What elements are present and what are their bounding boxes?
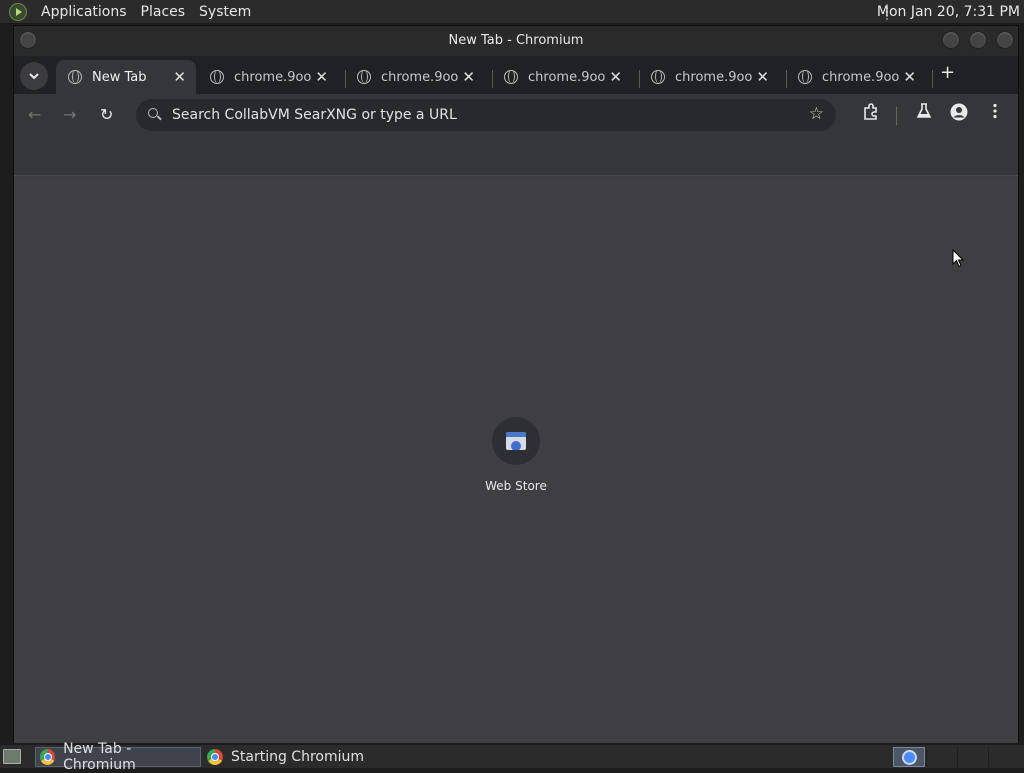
tab-chrome[interactable]: chrome.9oo9 ✕ <box>198 60 338 94</box>
forward-arrow-icon[interactable]: → <box>63 105 76 124</box>
reload-icon[interactable]: ↻ <box>100 105 113 124</box>
toolbar: ← → ↻ Search CollabVM SearXNG or type a … <box>14 94 1018 136</box>
shortcut-label: Web Store <box>485 479 547 493</box>
chromium-icon <box>207 749 223 765</box>
tab-close-icon[interactable]: ✕ <box>462 68 475 86</box>
search-icon <box>148 108 158 118</box>
profile-avatar-icon[interactable] <box>950 103 968 125</box>
tab-chrome[interactable]: chrome.9oo9 ✕ <box>492 60 632 94</box>
menu-places[interactable]: Places <box>134 4 193 20</box>
tab-close-icon[interactable]: ✕ <box>756 68 769 86</box>
tab-chrome[interactable]: chrome.9oo9 ✕ <box>639 60 779 94</box>
window-title: New Tab - Chromium <box>448 33 584 48</box>
more-menu-icon[interactable] <box>992 103 998 123</box>
tab-label: chrome.9oo9 <box>675 69 753 85</box>
globe-icon <box>357 70 371 84</box>
distro-logo-icon[interactable] <box>9 2 27 21</box>
chromium-icon <box>902 750 917 765</box>
shortcut-tile-web-store[interactable]: Web Store <box>476 417 556 493</box>
address-bar-placeholder: Search CollabVM SearXNG or type a URL <box>172 107 457 123</box>
globe-icon <box>504 70 518 84</box>
browser-window: New Tab - Chromium New Tab ✕ chrome.9oo9… <box>13 25 1019 743</box>
maximize-button[interactable] <box>969 31 987 49</box>
globe-icon <box>651 70 665 84</box>
tab-close-icon[interactable]: ✕ <box>609 68 622 86</box>
labs-flask-icon[interactable] <box>916 103 932 123</box>
tab-chrome[interactable]: chrome.9oo9 ✕ <box>345 60 485 94</box>
extensions-puzzle-icon[interactable] <box>862 103 880 125</box>
tab-label: New Tab <box>92 69 147 85</box>
back-arrow-icon[interactable]: ← <box>28 105 41 124</box>
chromium-icon <box>40 749 56 765</box>
tab-close-icon[interactable]: ✕ <box>173 68 186 86</box>
workspace-1-chromium[interactable] <box>893 747 925 767</box>
tab-label: chrome.9oo9 <box>822 69 900 85</box>
toolbar-separator <box>896 107 897 125</box>
bookmarks-bar <box>14 136 1018 176</box>
workspace-3[interactable] <box>957 747 987 767</box>
address-bar[interactable]: Search CollabVM SearXNG or type a URL ☆ <box>136 99 836 131</box>
show-desktop-icon[interactable] <box>3 749 21 764</box>
bottom-taskbar: New Tab - Chromium Starting Chromium <box>0 741 1024 773</box>
bookmark-star-icon[interactable]: ☆ <box>809 104 824 124</box>
globe-icon <box>210 70 224 84</box>
shortcut-icon-circle <box>492 417 540 465</box>
workspace-4[interactable] <box>988 747 1018 767</box>
taskbar-item-new-tab-chromium[interactable]: New Tab - Chromium <box>35 741 201 773</box>
tab-close-icon[interactable]: ✕ <box>315 68 328 86</box>
taskbar-item-starting-chromium[interactable]: Starting Chromium <box>203 747 369 767</box>
tab-label: chrome.9oo9 <box>381 69 459 85</box>
web-store-icon <box>506 432 526 450</box>
taskbar-item-label: New Tab - Chromium <box>63 741 136 773</box>
tab-strip: New Tab ✕ chrome.9oo9 ✕ chrome.9oo9 ✕ ch… <box>14 56 1018 94</box>
new-tab-page: Web Store <box>14 177 1018 743</box>
globe-icon <box>798 70 812 84</box>
menu-system[interactable]: System <box>192 4 258 20</box>
close-window-button[interactable] <box>996 31 1014 49</box>
tab-new-tab[interactable]: New Tab ✕ <box>56 60 196 94</box>
menu-applications[interactable]: Applications <box>34 4 134 20</box>
minimize-button[interactable] <box>942 31 960 49</box>
workspace-2[interactable] <box>926 747 956 767</box>
tab-label: chrome.9oo9 <box>528 69 606 85</box>
clock[interactable]: Mon Jan 20, 7:31 PM <box>877 4 1020 20</box>
mouse-cursor-icon <box>952 249 964 268</box>
tab-label: chrome.9oo9 <box>234 69 312 85</box>
new-tab-plus-icon[interactable]: + <box>940 62 955 83</box>
top-panel: Applications Places System Mon Jan 20, 7… <box>0 0 1024 24</box>
taskbar-item-label: Starting Chromium <box>231 749 364 765</box>
globe-icon <box>68 70 82 84</box>
window-titlebar[interactable]: New Tab - Chromium <box>14 26 1018 56</box>
tab-search-button[interactable] <box>20 62 48 90</box>
tab-chrome[interactable]: chrome.9oo9 ✕ <box>786 60 926 94</box>
tab-separator <box>932 70 933 88</box>
chevron-down-icon <box>29 72 39 79</box>
tab-close-icon[interactable]: ✕ <box>903 68 916 86</box>
